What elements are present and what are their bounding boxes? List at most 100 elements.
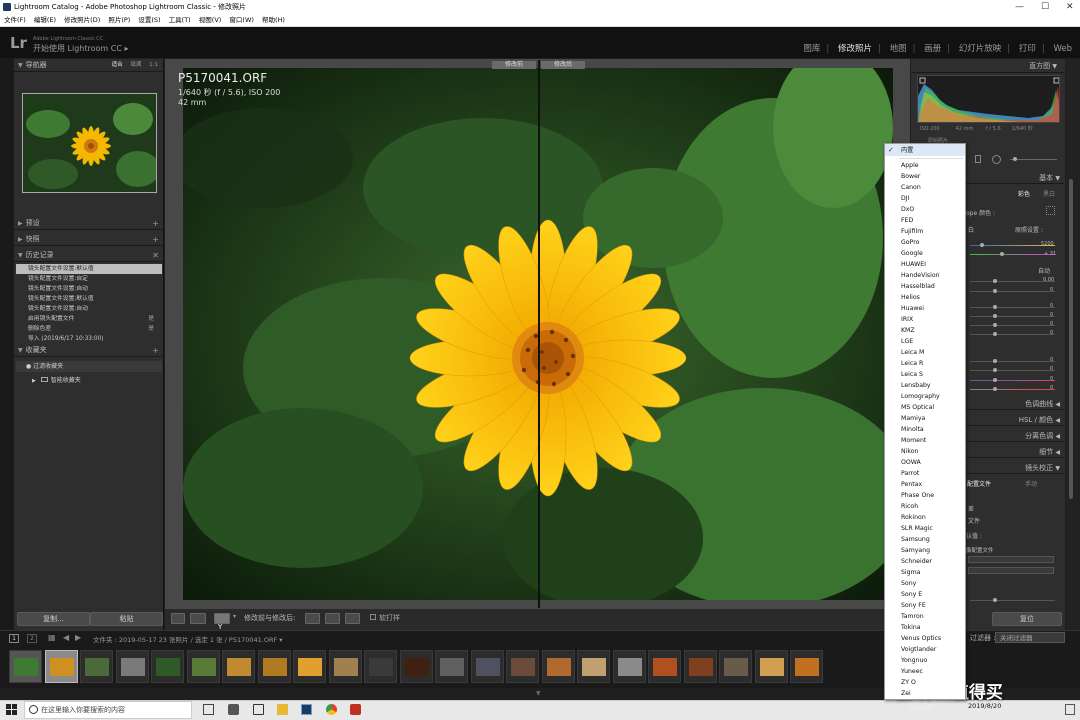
tint-value[interactable]: + 31 bbox=[1044, 251, 1056, 257]
copy-before-to-after-button[interactable] bbox=[305, 613, 320, 624]
dropdown-item[interactable]: Yongnuo bbox=[901, 655, 927, 666]
wb-value[interactable]: 原照设置 : bbox=[1015, 225, 1043, 234]
dropdown-item[interactable]: Schneider bbox=[901, 556, 932, 567]
shadows-slider[interactable] bbox=[970, 316, 1055, 317]
history-item[interactable]: 镜头配置文件设置:自动 bbox=[16, 284, 162, 294]
add-preset-icon[interactable]: + bbox=[152, 217, 159, 230]
remove-ca-checkbox[interactable]: 差 bbox=[968, 504, 974, 513]
dropdown-item[interactable]: Voigtlander bbox=[901, 644, 936, 655]
dropdown-item[interactable]: Rokinon bbox=[901, 512, 926, 523]
temp-value[interactable]: 5200 bbox=[1041, 241, 1054, 247]
tool-slider-knob[interactable] bbox=[1013, 157, 1017, 161]
dropdown-item[interactable]: Lomography bbox=[901, 391, 940, 402]
filmstrip-thumbnail[interactable] bbox=[683, 650, 717, 683]
filmstrip-thumbnail[interactable] bbox=[612, 650, 646, 683]
forward-arrow-icon[interactable]: ▶ bbox=[75, 633, 81, 642]
filmstrip-thumbnail[interactable] bbox=[754, 650, 788, 683]
whites-slider[interactable] bbox=[970, 325, 1055, 326]
saturation-value[interactable]: 0 bbox=[1050, 385, 1053, 391]
tint-slider[interactable] bbox=[970, 254, 1055, 255]
grid-view-icon[interactable]: ▦ bbox=[48, 633, 56, 642]
dropdown-item[interactable]: Yuneec bbox=[901, 666, 923, 677]
filmstrip-thumbnail[interactable] bbox=[328, 650, 362, 683]
history-header[interactable]: ▼ 历史记录 ✕ bbox=[14, 249, 164, 262]
filmstrip-thumbnail[interactable] bbox=[541, 650, 575, 683]
filmstrip-thumbnail[interactable] bbox=[115, 650, 149, 683]
lens-model-select[interactable] bbox=[968, 567, 1054, 574]
dropdown-item[interactable]: Huawei bbox=[901, 303, 924, 314]
dropdown-item[interactable]: Venus Optics bbox=[901, 633, 941, 644]
dropdown-item[interactable]: Sigma bbox=[901, 567, 920, 578]
menu-file[interactable]: 文件(F) bbox=[4, 16, 26, 24]
dropdown-item[interactable]: HUAWEI bbox=[901, 259, 926, 270]
history-item[interactable]: 导入 (2019/6/17 10:33:00) bbox=[16, 334, 162, 344]
vibrance-slider-knob[interactable] bbox=[993, 378, 997, 382]
menu-help[interactable]: 帮助(H) bbox=[262, 16, 285, 24]
filmstrip-thumbnail[interactable] bbox=[577, 650, 610, 683]
module-develop[interactable]: 修改照片 bbox=[838, 44, 872, 54]
scrollbar-thumb[interactable] bbox=[1069, 179, 1073, 499]
add-collection-icon[interactable]: + bbox=[152, 344, 159, 357]
reset-button[interactable]: 复位 bbox=[992, 612, 1062, 626]
dropdown-item[interactable]: DxO bbox=[901, 204, 914, 215]
filmstrip-thumbnail[interactable] bbox=[719, 650, 752, 683]
file-explorer-icon[interactable] bbox=[277, 704, 288, 715]
module-book[interactable]: 画册 bbox=[924, 44, 941, 54]
dropdown-item[interactable]: SLR Magic bbox=[901, 523, 933, 534]
filter-select[interactable]: 关闭过滤器 bbox=[995, 632, 1065, 643]
contrast-value[interactable]: 0 bbox=[1050, 287, 1053, 293]
copy-settings-button[interactable]: 复制... bbox=[17, 612, 90, 626]
paste-settings-button[interactable]: 粘贴 bbox=[90, 612, 163, 626]
history-item[interactable]: 删除色差是 bbox=[16, 324, 162, 334]
filmstrip-thumbnail[interactable] bbox=[151, 650, 184, 683]
split-toning-header[interactable]: 分离色调 ◀ bbox=[964, 430, 1064, 442]
history-item[interactable]: 镜头配置文件设置:默认值 bbox=[16, 294, 162, 304]
filmstrip-thumbnail[interactable] bbox=[435, 650, 468, 683]
clarity-value[interactable]: 0 bbox=[1050, 357, 1053, 363]
filmstrip-thumbnail[interactable] bbox=[186, 650, 220, 683]
loupe-view-button[interactable] bbox=[171, 613, 185, 624]
histogram[interactable] bbox=[917, 75, 1060, 123]
lens-make-dropdown[interactable]: ✓ 内置 Apple Bower Canon DJI DxO FED Fujifilm GoP… bbox=[884, 143, 966, 700]
menu-view[interactable]: 视图(V) bbox=[199, 16, 222, 24]
zoom-fit[interactable]: 适合 bbox=[112, 62, 123, 68]
notifications-icon[interactable] bbox=[1065, 704, 1075, 715]
zoom-fill[interactable]: 填满 bbox=[130, 62, 141, 68]
module-slideshow[interactable]: 幻灯片放映 bbox=[959, 44, 1002, 54]
dehaze-slider-knob[interactable] bbox=[993, 368, 997, 372]
dropdown-item[interactable]: Pentax bbox=[901, 479, 922, 490]
module-print[interactable]: 打印 bbox=[1019, 44, 1036, 54]
presets-header[interactable]: ▶ 预设 + bbox=[14, 217, 164, 230]
before-after-split-button[interactable]: Y bbox=[214, 613, 230, 631]
back-arrow-icon[interactable]: ◀ bbox=[63, 633, 69, 642]
filmstrip-thumbnail[interactable] bbox=[9, 650, 42, 683]
blacks-slider-knob[interactable] bbox=[993, 332, 997, 336]
zoom-1to1[interactable]: 1:1 bbox=[149, 62, 158, 68]
dropdown-item[interactable]: Canon bbox=[901, 182, 921, 193]
add-snapshot-icon[interactable]: + bbox=[152, 233, 159, 246]
contrast-slider-knob[interactable] bbox=[993, 289, 997, 293]
module-map[interactable]: 地图 bbox=[890, 44, 907, 54]
whites-value[interactable]: 0 bbox=[1050, 321, 1053, 327]
dropdown-item-builtin[interactable]: 内置 bbox=[901, 145, 913, 156]
soft-proof-toggle[interactable]: 软打样 bbox=[370, 613, 400, 623]
lightroom-taskbar-icon[interactable] bbox=[301, 704, 312, 715]
dropdown-item[interactable]: Minolta bbox=[901, 424, 924, 435]
navigator-preview[interactable] bbox=[22, 93, 157, 193]
temp-slider-knob[interactable] bbox=[980, 243, 984, 247]
whites-slider-knob[interactable] bbox=[993, 323, 997, 327]
lens-manual-tab[interactable]: 手动 bbox=[1025, 479, 1037, 488]
dropdown-item[interactable]: Sony bbox=[901, 578, 916, 589]
crop-tool-icon[interactable] bbox=[975, 155, 981, 163]
saturation-slider-knob[interactable] bbox=[993, 387, 997, 391]
filmstrip-thumbnail[interactable] bbox=[293, 650, 326, 683]
dropdown-item[interactable]: FED bbox=[901, 215, 913, 226]
profile-browser-icon[interactable] bbox=[1046, 206, 1055, 215]
exposure-slider-knob[interactable] bbox=[993, 279, 997, 283]
vibrance-value[interactable]: 0 bbox=[1050, 376, 1053, 382]
menu-window[interactable]: 窗口(W) bbox=[229, 16, 254, 24]
filmstrip-thumbnail[interactable] bbox=[506, 650, 539, 683]
windows-start-icon[interactable] bbox=[6, 704, 17, 715]
menu-settings[interactable]: 设置(S) bbox=[138, 16, 160, 24]
swap-before-after-button[interactable] bbox=[345, 613, 360, 624]
